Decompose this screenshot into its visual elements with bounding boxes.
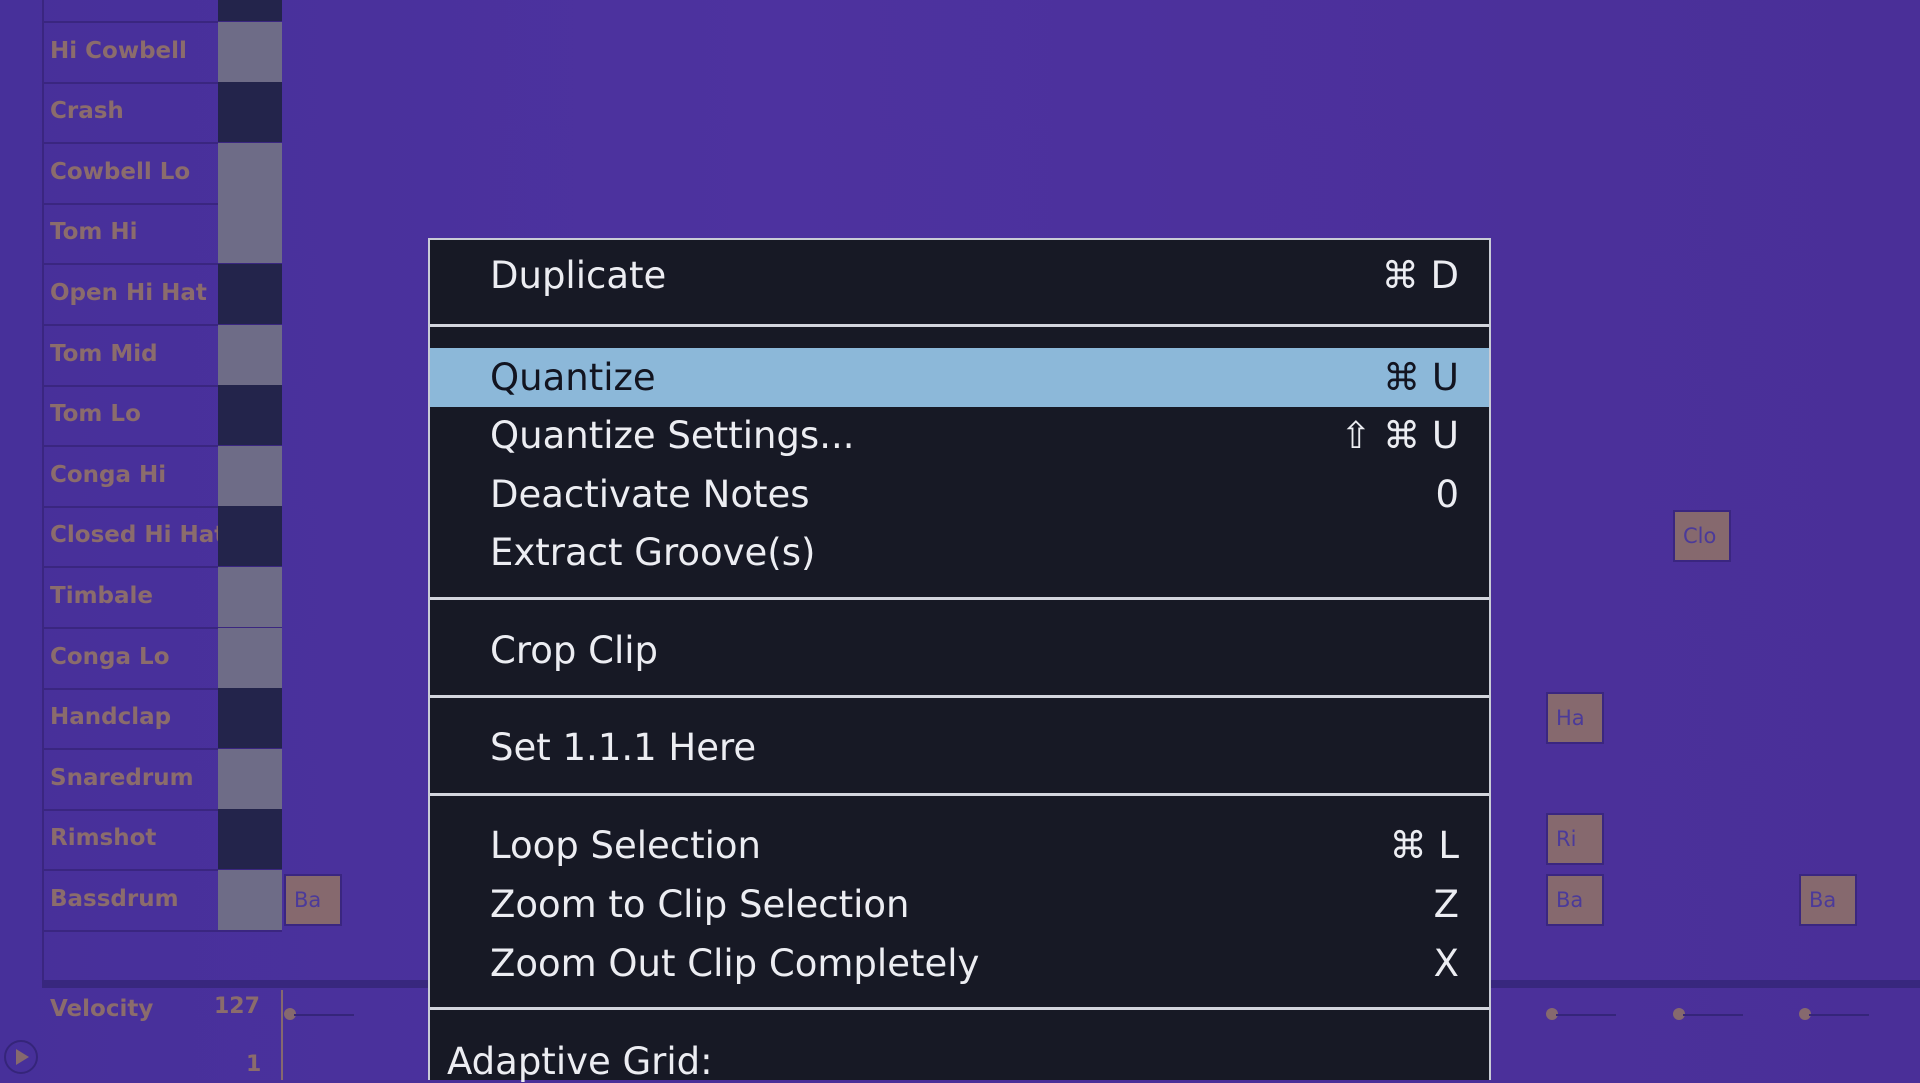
menu-item-shortcut: ⌘ L <box>1389 824 1459 867</box>
velocity-max: 127 <box>214 994 260 1019</box>
menu-item-label: Zoom Out Clip Completely <box>490 942 980 985</box>
menu-item-zoom-out-clip-completely[interactable]: Zoom Out Clip Completely X <box>430 934 1489 993</box>
drum-pad-row[interactable]: Hi Cowbell <box>42 21 282 84</box>
menu-item-label: Zoom to Clip Selection <box>490 883 910 926</box>
menu-item-crop-clip[interactable]: Crop Clip <box>430 621 1489 680</box>
menu-item-label: Duplicate <box>490 254 667 297</box>
drum-pad-row[interactable]: Tom Lo <box>42 385 282 448</box>
drum-pad-name: Conga Lo <box>50 643 170 670</box>
menu-item-zoom-to-clip-selection[interactable]: Zoom to Clip Selection Z <box>430 875 1489 934</box>
menu-separator <box>430 793 1489 796</box>
drum-pad-row[interactable]: Timbale <box>42 567 282 629</box>
piano-key[interactable] <box>218 870 282 930</box>
piano-key[interactable] <box>218 264 282 324</box>
drum-pad-name: Timbale <box>50 583 154 609</box>
menu-separator <box>430 695 1489 698</box>
piano-key[interactable] <box>218 324 282 385</box>
midi-note[interactable]: Ba <box>1799 874 1857 926</box>
menu-item-shortcut: ⌘ D <box>1381 254 1459 297</box>
menu-separator <box>430 1007 1489 1010</box>
piano-key[interactable] <box>218 0 282 21</box>
velocity-stem <box>1556 1014 1616 1016</box>
menu-item-label: Deactivate Notes <box>490 473 810 516</box>
drum-pad-row[interactable]: Cowbell Lo <box>42 142 282 205</box>
menu-separator <box>430 324 1489 327</box>
menu-item-label: Quantize Settings... <box>490 414 855 457</box>
piano-key[interactable] <box>218 203 282 264</box>
drum-pad-name: Bassdrum <box>50 886 179 912</box>
drum-pad-row[interactable]: Rimshot <box>42 809 282 872</box>
drum-pad-name: Crash <box>50 98 124 125</box>
velocity-stem <box>1683 1014 1743 1016</box>
piano-key[interactable] <box>218 567 282 627</box>
menu-item-loop-selection[interactable]: Loop Selection ⌘ L <box>430 816 1489 875</box>
velocity-min: 1 <box>246 1052 262 1077</box>
menu-item-label: Extract Groove(s) <box>490 531 816 574</box>
context-menu: Duplicate ⌘ D Quantize ⌘ U Quantize Settin… <box>428 238 1491 1083</box>
menu-item-label: Loop Selection <box>490 824 761 867</box>
drum-pad-name: Handclap <box>50 704 172 731</box>
piano-key[interactable] <box>218 688 282 749</box>
piano-key[interactable] <box>218 809 282 870</box>
menu-item-label: Set 1.1.1 Here <box>490 726 757 769</box>
menu-item-quantize-settings[interactable]: Quantize Settings... ⇧ ⌘ U <box>430 406 1489 465</box>
menu-item-label: Quantize <box>490 356 656 399</box>
velocity-stem <box>1809 1014 1869 1016</box>
piano-key[interactable] <box>218 21 282 82</box>
drum-pad-name: Conga Hi <box>50 461 167 488</box>
midi-note[interactable]: Ri <box>1546 813 1604 866</box>
play-icon[interactable] <box>4 1040 38 1074</box>
drum-pad-row[interactable]: Conga Lo <box>42 627 282 690</box>
menu-item-quantize[interactable]: Quantize ⌘ U <box>430 348 1489 407</box>
menu-item-set-1-1-1-here[interactable]: Set 1.1.1 Here <box>430 718 1489 777</box>
velocity-axis <box>281 990 283 1080</box>
drum-pad-row[interactable] <box>42 0 282 23</box>
drum-pad-row[interactable]: Handclap <box>42 688 282 751</box>
drum-pad-name: Tom Lo <box>50 401 141 428</box>
piano-key[interactable] <box>218 748 282 809</box>
drum-pad-name: Tom Mid <box>50 340 158 367</box>
drum-pad-name: Hi Cowbell <box>50 37 187 64</box>
drum-pad-row[interactable]: Tom Hi <box>42 203 282 266</box>
menu-item-shortcut: ⌘ U <box>1383 356 1459 399</box>
midi-note[interactable]: Ba <box>284 874 342 926</box>
menu-item-shortcut: ⇧ ⌘ U <box>1340 414 1459 457</box>
drum-pad-name: Cowbell Lo <box>50 158 191 185</box>
drum-pad-row[interactable]: Snaredrum <box>42 748 282 811</box>
midi-note[interactable]: Ha <box>1546 692 1604 745</box>
adaptive-grid-heading: Adaptive Grid: <box>447 1040 713 1083</box>
menu-item-label: Crop Clip <box>490 629 658 672</box>
menu-item-shortcut: Z <box>1433 883 1459 926</box>
menu-item-shortcut: X <box>1433 942 1459 985</box>
piano-key[interactable] <box>218 506 282 567</box>
midi-note[interactable]: Clo <box>1673 510 1731 563</box>
drum-pad-name: Open Hi Hat <box>50 280 207 306</box>
drum-pad-row[interactable]: Open Hi Hat <box>42 264 282 326</box>
drum-pad-name: Snaredrum <box>50 764 194 791</box>
menu-item-shortcut: 0 <box>1435 473 1459 516</box>
drum-pad-row[interactable]: Conga Hi <box>42 445 282 508</box>
piano-key[interactable] <box>218 445 282 506</box>
menu-item-deactivate-notes[interactable]: Deactivate Notes 0 <box>430 465 1489 524</box>
drum-pad-name: Tom Hi <box>50 219 138 246</box>
piano-key[interactable] <box>218 82 282 143</box>
midi-note[interactable]: Ba <box>1546 874 1604 926</box>
menu-separator <box>430 597 1489 600</box>
piano-key[interactable] <box>218 142 282 203</box>
drum-pad-row[interactable]: Crash <box>42 82 282 145</box>
drum-pad-name: Closed Hi Hat <box>50 522 226 549</box>
velocity-label: Velocity <box>50 996 154 1022</box>
velocity-stem <box>294 1014 354 1016</box>
piano-key[interactable] <box>218 627 282 688</box>
menu-item-extract-grooves[interactable]: Extract Groove(s) <box>430 523 1489 582</box>
drum-pad-name: Rimshot <box>50 825 157 852</box>
piano-key[interactable] <box>218 385 282 446</box>
drum-pad-row[interactable]: Tom Mid <box>42 324 282 387</box>
drum-pad-row[interactable]: Closed Hi Hat <box>42 506 282 569</box>
menu-item-duplicate[interactable]: Duplicate ⌘ D <box>430 246 1489 305</box>
drum-pad-row[interactable]: Bassdrum <box>42 870 282 932</box>
